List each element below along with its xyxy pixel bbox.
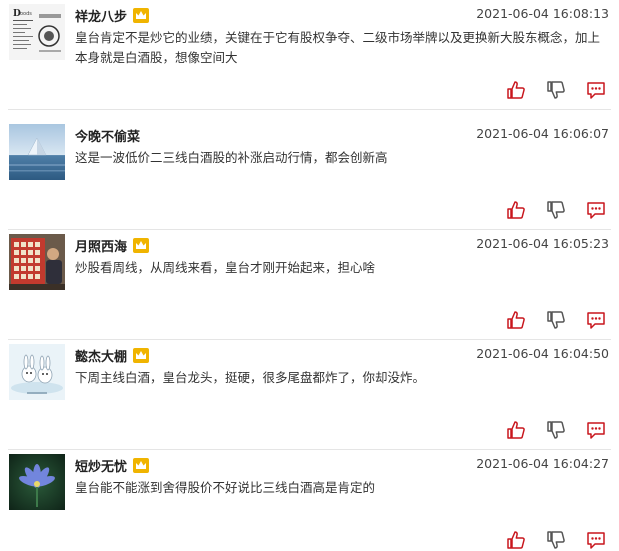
comment-text: 这是一波低价二三线白酒股的补涨启动行情，都会创新高	[75, 150, 388, 165]
thumbs-down-icon[interactable]	[545, 199, 567, 221]
thumbs-up-icon[interactable]	[505, 419, 527, 441]
comment-bubble-icon[interactable]	[585, 79, 607, 101]
thumbs-down-icon[interactable]	[545, 309, 567, 331]
comment-text: 皇台肯定不是炒它的业绩，关键在于它有股权争夺、二级市场举牌以及更换新大股东概念，…	[75, 30, 601, 65]
author-row: 祥龙八步	[75, 6, 150, 25]
author-name[interactable]: 月照西海	[75, 236, 127, 255]
comment-text: 下周主线白酒，皇台龙头，挺硬，很多尾盘都炸了，你却没炸。	[75, 370, 426, 385]
comment-actions	[505, 199, 607, 221]
avatar[interactable]	[9, 344, 65, 400]
comment-bubble-icon[interactable]	[585, 199, 607, 221]
author-row: 今晚不偷菜	[75, 126, 140, 145]
comment-list: D oods 祥龙八步 2021-06-04 16:08:13 皇台肯定不是炒它…	[0, 0, 619, 549]
svg-text:oods: oods	[20, 11, 32, 17]
thumbs-up-icon[interactable]	[505, 309, 527, 331]
comment-bubble-icon[interactable]	[585, 419, 607, 441]
thumbs-down-icon[interactable]	[545, 79, 567, 101]
thumbs-down-icon[interactable]	[545, 529, 567, 551]
comment-actions	[505, 79, 607, 101]
thumbs-up-icon[interactable]	[505, 79, 527, 101]
author-name[interactable]: 祥龙八步	[75, 6, 127, 25]
thumbs-up-icon[interactable]	[505, 529, 527, 551]
comment-time: 2021-06-04 16:04:50	[476, 346, 609, 361]
comment-item: 短炒无忧 2021-06-04 16:04:27 皇台能不能涨到舍得股价不好说比…	[0, 450, 619, 549]
comment-bubble-icon[interactable]	[585, 529, 607, 551]
comment-actions	[505, 419, 607, 441]
author-row: 月照西海	[75, 236, 150, 255]
comment-item: D oods 祥龙八步 2021-06-04 16:08:13 皇台肯定不是炒它…	[0, 0, 619, 110]
thumbs-up-icon[interactable]	[505, 199, 527, 221]
author-row: 短炒无忧	[75, 456, 150, 475]
author-row: 懿杰大棚	[75, 346, 150, 365]
author-name[interactable]: 今晚不偷菜	[75, 126, 140, 145]
divider	[8, 109, 611, 110]
avatar[interactable]	[9, 124, 65, 180]
crown-icon	[133, 7, 150, 23]
crown-icon	[133, 237, 150, 253]
comment-actions	[505, 529, 607, 551]
avatar[interactable]: D oods	[9, 4, 65, 60]
author-name[interactable]: 短炒无忧	[75, 456, 127, 475]
author-name[interactable]: 懿杰大棚	[75, 346, 127, 365]
crown-icon	[133, 347, 150, 363]
comment-time: 2021-06-04 16:04:27	[476, 456, 609, 471]
comment-bubble-icon[interactable]	[585, 309, 607, 331]
comment-text: 炒股看周线，从周线来看，皇台才刚开始起来，担心啥	[75, 260, 376, 275]
comment-item: 今晚不偷菜 2021-06-04 16:06:07 这是一波低价二三线白酒股的补…	[0, 120, 619, 230]
crown-icon	[133, 457, 150, 473]
avatar[interactable]	[9, 234, 65, 290]
comment-item: 懿杰大棚 2021-06-04 16:04:50 下周主线白酒，皇台龙头，挺硬，…	[0, 340, 619, 450]
comment-time: 2021-06-04 16:06:07	[476, 126, 609, 141]
comment-time: 2021-06-04 16:08:13	[476, 6, 609, 21]
avatar[interactable]	[9, 454, 65, 510]
comment-time: 2021-06-04 16:05:23	[476, 236, 609, 251]
comment-item: 月照西海 2021-06-04 16:05:23 炒股看周线，从周线来看，皇台才…	[0, 230, 619, 340]
comment-text: 皇台能不能涨到舍得股价不好说比三线白酒高是肯定的	[75, 480, 376, 495]
comment-actions	[505, 309, 607, 331]
thumbs-down-icon[interactable]	[545, 419, 567, 441]
